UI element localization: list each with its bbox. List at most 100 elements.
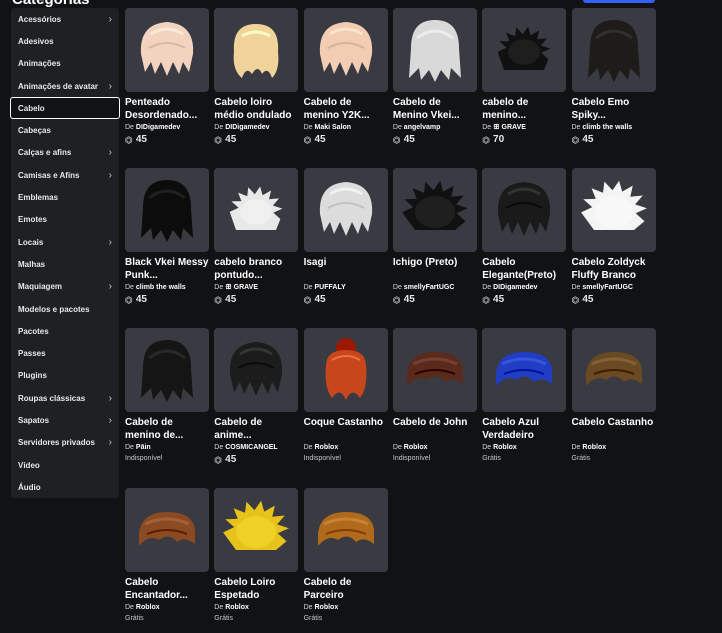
item-name[interactable]: Cabelo loiro médio ondulado xyxy=(214,96,298,122)
creator-name[interactable]: angelvamp xyxy=(404,124,441,131)
creator-name[interactable]: COSMICANGEL xyxy=(225,444,278,451)
item-name[interactable]: Cabelo Loiro Espetado xyxy=(214,576,298,602)
creator-name[interactable]: DIDigamedev xyxy=(493,284,537,291)
sidebar-item-malhas[interactable]: Malhas xyxy=(11,253,119,275)
sidebar-item-locais[interactable]: Locais › xyxy=(11,231,119,253)
item-thumbnail[interactable] xyxy=(392,328,477,412)
item-card[interactable]: Cabelo Azul Verdadeiro De Roblox Grátis xyxy=(482,328,567,464)
item-name[interactable]: Cabelo Emo Spiky... xyxy=(572,96,656,122)
item-card[interactable]: Cabelo de Menino Vkei... De angelvamp ⏣ 45 xyxy=(392,8,477,146)
creator-name[interactable]: smellyFartUGC xyxy=(582,284,633,291)
creator-name[interactable]: Roblox xyxy=(404,444,428,451)
sidebar-item-modelos-e-pacotes[interactable]: Modelos e pacotes xyxy=(11,298,119,320)
item-thumbnail[interactable] xyxy=(214,488,299,572)
item-name[interactable]: cabelo branco pontudo... xyxy=(214,256,298,282)
item-card[interactable]: Cabelo de Parceiro De Roblox Grátis xyxy=(303,488,388,624)
creator-name[interactable]: Roblox xyxy=(582,444,606,451)
sidebar-item-calcas-e-afins[interactable]: Calças e afins › xyxy=(11,142,119,164)
creator-name[interactable]: climb the walls xyxy=(582,124,632,131)
sidebar-item-maquiagem[interactable]: Maquiagem › xyxy=(11,276,119,298)
creator-name[interactable]: Roblox xyxy=(225,604,249,611)
sidebar-item-cabelo[interactable]: Cabelo xyxy=(10,97,120,120)
item-card[interactable]: Cabelo Elegante(Preto) De DIDigamedev ⏣ 45 xyxy=(482,168,567,306)
item-card[interactable]: Coque Castanho De Roblox Indisponível xyxy=(303,328,388,464)
item-card[interactable]: Cabelo Zoldyck Fluffy Branco De smellyFar… xyxy=(571,168,656,306)
sidebar-item-acessorios[interactable]: Acessórios › xyxy=(11,8,119,30)
item-name[interactable]: Cabelo de menino de... xyxy=(125,416,209,442)
sidebar-item-adesivos[interactable]: Adesivos xyxy=(11,30,119,52)
creator-name[interactable]: ꕥ GRAVE xyxy=(493,124,526,131)
creator-name[interactable]: climb the walls xyxy=(136,284,186,291)
item-card[interactable]: cabelo branco pontudo... De ꕥ GRAVE ⏣ 45 xyxy=(214,168,299,306)
item-name[interactable]: Cabelo de Menino Vkei... xyxy=(393,96,477,122)
item-thumbnail[interactable] xyxy=(214,168,299,252)
item-card[interactable]: Cabelo de menino Y2K... De Maki Salon ⏣ 45 xyxy=(303,8,388,146)
item-card[interactable]: Penteado Desordenado... De DIDigamedev ⏣ 45 xyxy=(125,8,209,146)
item-thumbnail[interactable] xyxy=(214,328,299,412)
item-name[interactable]: Cabelo de anime... xyxy=(214,416,298,442)
item-card[interactable]: Isagi De PUFFALY ⏣ 45 xyxy=(303,168,388,306)
sidebar-item-audio[interactable]: Áudio xyxy=(11,476,119,498)
top-action-button[interactable] xyxy=(583,0,655,3)
creator-name[interactable]: DIDigamedev xyxy=(136,124,180,131)
item-card[interactable]: Cabelo Encantador... De Roblox Grátis xyxy=(125,488,209,624)
item-thumbnail[interactable] xyxy=(303,488,388,572)
creator-name[interactable]: PUFFALY xyxy=(315,284,346,291)
item-card[interactable]: Black Vkei Messy Punk... De climb the wal… xyxy=(125,168,209,306)
item-thumbnail[interactable] xyxy=(125,168,209,252)
sidebar-item-cabecas[interactable]: Cabeças xyxy=(11,119,119,141)
item-thumbnail[interactable] xyxy=(214,8,299,92)
creator-name[interactable]: smellyFartUGC xyxy=(404,284,455,291)
sidebar-item-camisas-e-afins[interactable]: Camisas e Afins › xyxy=(11,164,119,186)
item-thumbnail[interactable] xyxy=(125,8,209,92)
item-thumbnail[interactable] xyxy=(303,8,388,92)
creator-name[interactable]: Roblox xyxy=(315,604,339,611)
sidebar-item-pacotes[interactable]: Pacotes xyxy=(11,320,119,342)
item-thumbnail[interactable] xyxy=(303,328,388,412)
item-name[interactable]: Cabelo Zoldyck Fluffy Branco xyxy=(572,256,656,282)
creator-name[interactable]: Roblox xyxy=(136,604,160,611)
creator-name[interactable]: DIDigamedev xyxy=(225,124,269,131)
item-thumbnail[interactable] xyxy=(482,168,567,252)
item-thumbnail[interactable] xyxy=(571,8,656,92)
item-thumbnail[interactable] xyxy=(125,328,209,412)
item-card[interactable]: Cabelo loiro médio ondulado De DIDigamede… xyxy=(214,8,299,146)
item-name[interactable]: Cabelo de John xyxy=(393,416,477,442)
item-name[interactable]: Cabelo de Parceiro xyxy=(304,576,388,602)
sidebar-item-animacoes-de-avatar[interactable]: Animações de avatar › xyxy=(11,75,119,97)
item-thumbnail[interactable] xyxy=(392,8,477,92)
item-thumbnail[interactable] xyxy=(571,168,656,252)
item-thumbnail[interactable] xyxy=(392,168,477,252)
item-name[interactable]: Cabelo de menino Y2K... xyxy=(304,96,388,122)
item-thumbnail[interactable] xyxy=(571,328,656,412)
item-card[interactable]: Ichigo (Preto) De smellyFartUGC ⏣ 45 xyxy=(392,168,477,306)
sidebar-item-emotes[interactable]: Emotes xyxy=(11,209,119,231)
sidebar-item-servidores-privados[interactable]: Servidores privados › xyxy=(11,432,119,454)
item-card[interactable]: Cabelo Emo Spiky... De climb the walls ⏣ 45 xyxy=(571,8,656,146)
sidebar-item-emblemas[interactable]: Emblemas xyxy=(11,186,119,208)
sidebar-item-passes[interactable]: Passes xyxy=(11,342,119,364)
item-card[interactable]: Cabelo Loiro Espetado De Roblox Grátis xyxy=(214,488,299,624)
item-name[interactable]: Coque Castanho xyxy=(304,416,388,442)
item-name[interactable]: Black Vkei Messy Punk... xyxy=(125,256,209,282)
creator-name[interactable]: Roblox xyxy=(493,444,517,451)
item-name[interactable]: cabelo de menino... xyxy=(482,96,566,122)
creator-name[interactable]: Pāin xyxy=(136,444,151,451)
item-thumbnail[interactable] xyxy=(303,168,388,252)
sidebar-item-plugins[interactable]: Plugins xyxy=(11,365,119,387)
item-name[interactable]: Penteado Desordenado... xyxy=(125,96,209,122)
item-card[interactable]: Cabelo de anime... De COSMICANGEL ⏣ 45 xyxy=(214,328,299,466)
creator-name[interactable]: Roblox xyxy=(315,444,339,451)
sidebar-item-animacoes[interactable]: Animações xyxy=(11,53,119,75)
item-thumbnail[interactable] xyxy=(482,8,567,92)
item-name[interactable]: Cabelo Elegante(Preto) xyxy=(482,256,566,282)
item-name[interactable]: Ichigo (Preto) xyxy=(393,256,477,282)
item-name[interactable]: Cabelo Castanho xyxy=(572,416,656,442)
item-card[interactable]: Cabelo Castanho De Roblox Grátis xyxy=(571,328,656,464)
sidebar-item-video[interactable]: Vídeo xyxy=(11,454,119,476)
sidebar-item-sapatos[interactable]: Sapatos › xyxy=(11,409,119,431)
item-card[interactable]: Cabelo de John De Roblox Indisponível xyxy=(392,328,477,464)
item-name[interactable]: Cabelo Azul Verdadeiro xyxy=(482,416,566,442)
item-name[interactable]: Cabelo Encantador... xyxy=(125,576,209,602)
sidebar-item-roupas-classicas[interactable]: Roupas clássicas › xyxy=(11,387,119,409)
